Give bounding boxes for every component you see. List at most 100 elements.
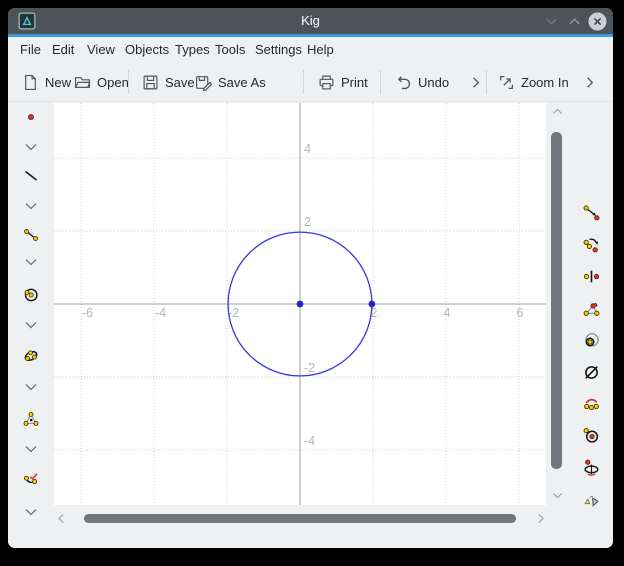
canvas-drawing[interactable]: -6-4-224642-2-4: [54, 103, 546, 505]
toolbar-button-label: Save: [165, 75, 195, 90]
horizontal-scroll-right-button[interactable]: [533, 511, 547, 525]
toolbar-overflow-button[interactable]: [582, 63, 597, 101]
y-axis-tick-label: -4: [304, 434, 315, 448]
angle-tools-expander[interactable]: [20, 438, 42, 460]
kig-app-icon[interactable]: [18, 12, 36, 30]
line-tools-expander[interactable]: [20, 195, 42, 217]
open-folder-icon: [74, 74, 91, 91]
point-icon: [23, 109, 39, 125]
y-axis-tick-label: 4: [304, 142, 311, 156]
segment-icon: [23, 227, 39, 243]
chevron-down-icon: [23, 379, 39, 395]
undo-button[interactable]: Undo: [395, 63, 449, 101]
segment-tools-expander[interactable]: [20, 251, 42, 273]
new-button[interactable]: New: [22, 63, 71, 101]
left-tool-sidebar: [8, 103, 54, 505]
menu-objects[interactable]: Objects: [123, 37, 171, 63]
kig-app-icon: [18, 12, 36, 30]
minimize-button[interactable]: [541, 11, 561, 31]
chevron-right-icon: [582, 75, 597, 90]
chevron-down-icon: [23, 254, 39, 270]
chevron-right-icon: [468, 75, 483, 90]
menu-file[interactable]: File: [18, 37, 43, 63]
save-as-button[interactable]: Save As: [195, 63, 266, 101]
point-object[interactable]: [297, 301, 304, 308]
zoom-in-button[interactable]: Zoom In: [498, 63, 569, 101]
menubar: File Edit ViewObjectsTypesToolsSettingsHel…: [8, 37, 613, 63]
menu-edit[interactable]: Edit: [50, 37, 76, 63]
horizontal-scroll-left-button[interactable]: [54, 511, 68, 525]
close-button[interactable]: [587, 11, 607, 31]
toolbar-separator: [380, 70, 381, 94]
projection-tool[interactable]: [580, 456, 602, 478]
zoom-in-icon: [498, 74, 515, 91]
chevron-down-icon: [23, 441, 39, 457]
menu-view[interactable]: View: [85, 37, 117, 63]
angle-icon: [23, 411, 39, 427]
rotate-tool[interactable]: [580, 233, 602, 255]
statusbar: [8, 525, 613, 548]
inversion-icon: [583, 332, 600, 349]
menu-types[interactable]: Types: [173, 37, 212, 63]
conic-icon: [23, 348, 39, 364]
chevron-up-icon: [551, 105, 564, 118]
chevron-right-icon: [534, 512, 547, 525]
angle-tool[interactable]: [20, 408, 42, 430]
y-axis-tick-label: -2: [304, 361, 315, 375]
chevron-down-icon: [551, 489, 564, 502]
maximize-button[interactable]: [564, 11, 584, 31]
translate-tool[interactable]: [580, 201, 602, 223]
chevron-left-icon: [55, 512, 68, 525]
toolbar: NewOpen SaveSave As Print Undo Zoom In: [8, 63, 613, 102]
menu-help[interactable]: Help: [305, 37, 336, 63]
harmonic-homology-tool[interactable]: [580, 392, 602, 414]
toolbar-button-label: New: [45, 75, 71, 90]
menu-tools[interactable]: Tools: [213, 37, 247, 63]
harmonic-arc-icon: [583, 395, 600, 412]
open-button[interactable]: Open: [74, 63, 129, 101]
circle-tool[interactable]: [20, 284, 42, 306]
window-title: Kig: [8, 8, 613, 34]
horizontal-scrollbar-thumb[interactable]: [84, 514, 516, 523]
reflect-tool[interactable]: [580, 265, 602, 287]
line-tool[interactable]: [20, 165, 42, 187]
vertical-scrollbar-thumb[interactable]: [551, 132, 562, 469]
chevron-down-icon: [23, 139, 39, 155]
toolbar-separator: [128, 70, 129, 94]
toolbar-button-label: Print: [341, 75, 368, 90]
circle-tools-expander[interactable]: [20, 314, 42, 336]
toolbar-overflow-button[interactable]: [468, 63, 483, 101]
conic-tools-expander[interactable]: [20, 376, 42, 398]
geometry-canvas[interactable]: -6-4-224642-2-4: [54, 103, 546, 505]
menu-settings[interactable]: Settings: [253, 37, 304, 63]
point-tools-expander[interactable]: [20, 136, 42, 158]
similitude-tool[interactable]: [580, 490, 602, 512]
rotate-icon: [583, 236, 600, 253]
projective-ellipse-icon: [583, 459, 600, 476]
vertical-scroll-up-button[interactable]: [550, 104, 564, 118]
translate-icon: [583, 204, 600, 221]
line-icon: [23, 168, 39, 184]
desktop-background: Kig File Edit ViewObjectsTypesToolsSetting…: [0, 0, 624, 566]
scale-tool[interactable]: [580, 297, 602, 319]
x-axis-tick-label: 6: [517, 306, 524, 320]
close-circle-icon: [588, 12, 607, 31]
print-button[interactable]: Print: [318, 63, 368, 101]
point-object[interactable]: [369, 301, 376, 308]
circle-rotation-tool[interactable]: [580, 424, 602, 446]
new-document-icon: [22, 74, 39, 91]
test-tools-expander[interactable]: [20, 501, 42, 523]
cross-circle-icon: [583, 364, 600, 381]
print-icon: [318, 74, 335, 91]
segment-tool[interactable]: [20, 224, 42, 246]
projective-rotation-tool[interactable]: [580, 361, 602, 383]
toolbar-separator: [486, 70, 487, 94]
save-button[interactable]: Save: [142, 63, 195, 101]
point-tool[interactable]: [20, 106, 42, 128]
test-tool[interactable]: [20, 469, 42, 491]
titlebar[interactable]: Kig: [8, 8, 613, 34]
inversion-tool[interactable]: [580, 329, 602, 351]
center-circle-icon: [583, 427, 600, 444]
conic-tool[interactable]: [20, 345, 42, 367]
vertical-scroll-down-button[interactable]: [550, 488, 564, 502]
